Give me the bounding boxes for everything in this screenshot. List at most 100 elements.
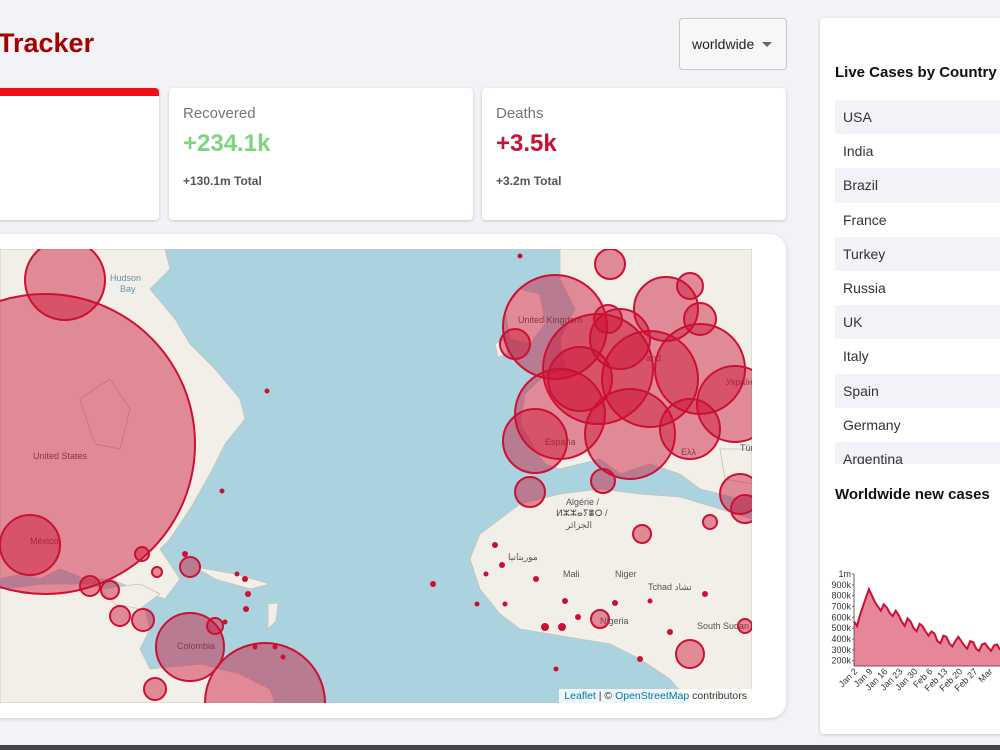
recovered-total: +130.1m Total (183, 174, 262, 188)
case-circle (0, 514, 61, 576)
case-dot (272, 644, 278, 650)
map-view[interactable]: Hudson Bay United States México Colombia… (0, 249, 752, 703)
country-name: Germany (843, 416, 901, 433)
country-row[interactable]: Russia (835, 271, 1000, 305)
country-row[interactable]: Italy (835, 339, 1000, 373)
area-fill (854, 589, 1000, 666)
case-dot (612, 600, 618, 606)
y-tick-label: 500k (831, 623, 851, 633)
live-cases-title: Live Cases by Country (835, 64, 997, 81)
case-dot (553, 666, 559, 672)
y-tick-label: 900k (831, 580, 851, 590)
case-circle (100, 580, 120, 600)
country-row[interactable]: Turkey (835, 236, 1000, 271)
case-circle (683, 302, 717, 336)
case-dot (533, 576, 539, 582)
recovered-card[interactable]: Recovered +234.1k +130.1m Total (169, 88, 473, 220)
country-table[interactable]: USA India Brazil France Turkey Russia UK… (835, 100, 1000, 464)
case-dot (252, 644, 258, 650)
case-dot (474, 601, 480, 607)
deaths-label: Deaths (496, 105, 544, 122)
case-circle (593, 304, 623, 334)
case-dot (264, 388, 270, 394)
case-dot (647, 598, 653, 604)
y-tick-label: 700k (831, 601, 851, 611)
case-circle (632, 524, 652, 544)
case-circle (730, 494, 752, 524)
y-tick-label: 400k (831, 634, 851, 644)
case-circle (131, 608, 155, 632)
attribution-contributors: contributors (689, 690, 747, 702)
map-label-turkey: Türkiye (740, 443, 752, 453)
case-dot (182, 551, 188, 557)
case-dot (242, 576, 248, 582)
case-dot (502, 601, 508, 607)
case-dot (222, 619, 228, 625)
country-name: India (843, 143, 874, 160)
case-circle (590, 468, 616, 494)
x-tick-label: Mar (976, 666, 994, 684)
country-row[interactable]: Germany (835, 408, 1000, 442)
country-name: Spain (843, 382, 879, 399)
case-circle (143, 677, 167, 701)
country-row[interactable]: France (835, 203, 1000, 237)
case-circle (499, 328, 531, 360)
case-dot (243, 606, 249, 612)
case-circle (109, 605, 131, 627)
country-row[interactable]: Spain (835, 373, 1000, 408)
map-label-hudson: Hudson (110, 273, 141, 283)
y-tick-label: 800k (831, 591, 851, 601)
graph-title: Worldwide new cases (835, 486, 990, 503)
map-label-mali: Mali (563, 569, 580, 579)
case-dot (280, 654, 286, 660)
case-circle (594, 249, 626, 280)
cases-card[interactable] (0, 88, 159, 220)
case-circle (676, 272, 704, 300)
country-name: Turkey (843, 245, 886, 262)
case-circle (659, 398, 721, 460)
country-name: UK (843, 314, 863, 331)
osm-link[interactable]: OpenStreetMap (615, 690, 689, 702)
app-title: Tracker (0, 28, 95, 58)
case-dot (483, 571, 489, 577)
leaflet-link[interactable]: Leaflet (564, 690, 596, 702)
deaths-card[interactable]: Deaths +3.5k +3.2m Total (482, 88, 786, 220)
case-dot (667, 629, 673, 635)
country-name: USA (843, 109, 872, 126)
case-circle (151, 566, 163, 578)
map-panel: Hudson Bay United States México Colombia… (0, 234, 786, 718)
country-row[interactable]: Argentina (835, 441, 1000, 464)
region-select[interactable]: worldwide (679, 18, 787, 70)
map-label-algeria-2: ⵍⵣⵣⴰⵢⴻⵔ / (556, 508, 608, 518)
selected-indicator (0, 88, 159, 96)
country-row[interactable]: India (835, 134, 1000, 168)
caret-down-icon (762, 41, 773, 47)
country-name: Argentina (843, 450, 903, 464)
country-row[interactable]: UK (835, 305, 1000, 340)
map-label-niger: Niger (615, 569, 637, 579)
case-dot (245, 591, 251, 597)
case-circle (206, 617, 224, 635)
map-label-algeria-1: Algérie / (566, 497, 600, 507)
case-circle (79, 575, 101, 597)
y-tick-label: 1m (838, 569, 851, 579)
region-select-value: worldwide (692, 36, 755, 52)
case-dot (637, 656, 643, 662)
deaths-total: +3.2m Total (496, 174, 562, 188)
map-attribution: Leaflet | © OpenStreetMap contributors (559, 689, 752, 703)
y-tick-label: 600k (831, 612, 851, 622)
case-circle (737, 618, 752, 634)
country-row[interactable]: Brazil (835, 168, 1000, 203)
new-cases-chart: 1m900k800k700k600k500k400k300k200kJan 2J… (831, 569, 1000, 693)
case-dot (517, 253, 523, 259)
case-dot (430, 581, 436, 587)
case-dot (562, 598, 568, 604)
world-map[interactable]: Hudson Bay United States México Colombia… (0, 249, 752, 703)
bottom-edge (0, 745, 1000, 750)
case-dot (702, 591, 708, 597)
y-tick-label: 300k (831, 645, 851, 655)
country-row[interactable]: USA (835, 100, 1000, 135)
deaths-value: +3.5k (496, 130, 557, 157)
case-circle (702, 514, 718, 530)
case-circle (675, 639, 705, 669)
